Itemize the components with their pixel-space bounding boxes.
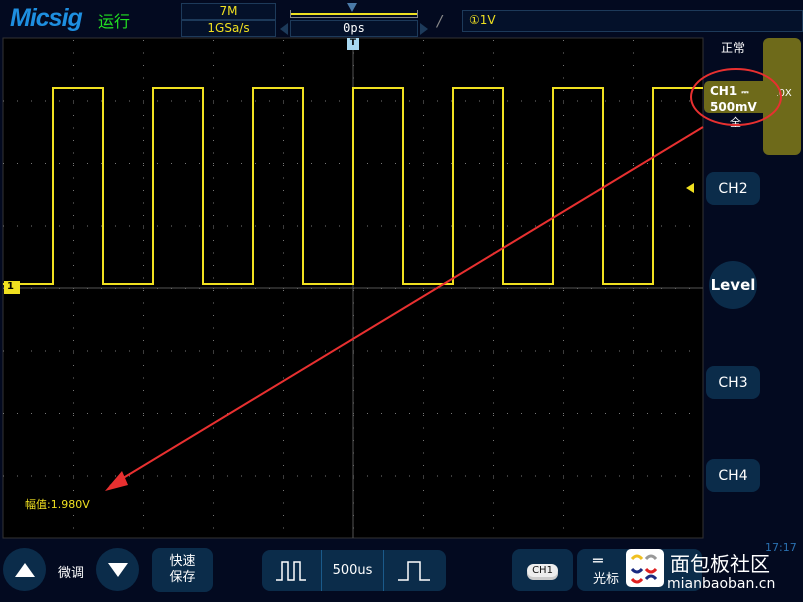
quick-save-line2: 保存: [169, 570, 196, 585]
cursor-label: 光标: [593, 571, 620, 587]
annotation-circle: [690, 68, 782, 126]
acquire-mode[interactable]: 正常: [721, 39, 745, 56]
trigger-position-marker: [347, 3, 357, 12]
sample-rate[interactable]: 1GSa/s: [181, 20, 276, 37]
fine-tune-up-button[interactable]: [3, 548, 46, 591]
run-state[interactable]: 运行: [98, 8, 130, 32]
fine-tune-down-button[interactable]: [96, 548, 139, 591]
waveform-screen[interactable]: [0, 36, 705, 540]
trigger-position[interactable]: 0ps: [290, 20, 418, 37]
level-label: Level: [710, 276, 756, 294]
up-arrow-icon: [14, 562, 35, 577]
trigger-level-knob[interactable]: Level: [709, 261, 757, 309]
zoom-in-timebase-icon[interactable]: [384, 550, 444, 591]
channel-select-button[interactable]: CH1: [512, 549, 573, 591]
memory-depth[interactable]: 7M: [181, 3, 276, 20]
ch3-button[interactable]: CH3: [706, 366, 760, 399]
trigger-level[interactable]: ①1V: [462, 10, 803, 32]
ch4-button[interactable]: CH4: [706, 459, 760, 492]
ch1-offset-marker[interactable]: 1: [4, 281, 20, 294]
trigger-level-value: ①1V: [469, 13, 496, 27]
watermark-logo: [626, 549, 664, 587]
rising-edge-icon[interactable]: /: [437, 12, 442, 30]
trigger-marker[interactable]: T: [347, 38, 359, 50]
quick-save-line1: 快速: [169, 554, 196, 569]
brand-logo: Micsig: [10, 4, 83, 32]
ch1-trigger-level-marker[interactable]: [686, 183, 694, 193]
timebase-value: 500us: [321, 550, 384, 591]
scroll-right-icon[interactable]: [420, 23, 428, 35]
timebase-control[interactable]: 500us: [262, 550, 446, 591]
ch2-button[interactable]: CH2: [706, 172, 760, 205]
memory-depth-value: 7M: [219, 4, 238, 18]
amplitude-measurement: 幅值:1.980V: [25, 498, 90, 511]
ch1-badge: CH1: [527, 563, 558, 577]
trigger-position-value: 0ps: [343, 21, 365, 35]
fine-tune-label: 微调: [58, 566, 85, 581]
zoom-out-timebase-icon[interactable]: [262, 550, 321, 591]
cursor-icon: ═: [593, 550, 603, 570]
watermark-name: 面包板社区: [670, 552, 770, 576]
scroll-left-icon[interactable]: [280, 23, 288, 35]
quick-save-button[interactable]: 快速 保存: [152, 548, 213, 592]
down-arrow-icon: [107, 562, 128, 577]
sample-rate-value: 1GSa/s: [207, 21, 250, 35]
watermark-url: mianbaoban.cn: [667, 576, 776, 592]
